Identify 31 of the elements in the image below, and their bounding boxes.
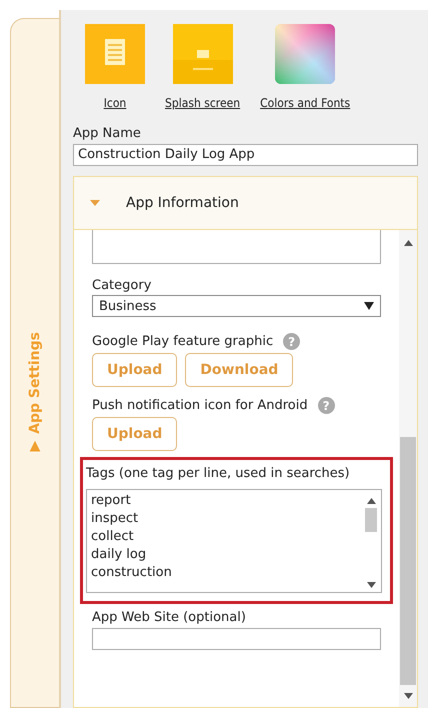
website-field[interactable]	[92, 628, 381, 650]
scroll-down-icon[interactable]	[404, 693, 412, 699]
scrollbar-thumb[interactable]	[400, 437, 416, 685]
field-label: App Web Site (optional)	[92, 610, 247, 625]
section-title: App Information	[126, 195, 239, 211]
field-label: Push notification icon for Android	[92, 398, 308, 413]
tile-link[interactable]: Splash screen	[165, 96, 240, 110]
tile-link[interactable]: Icon	[104, 96, 126, 110]
tag-line: collect	[91, 528, 135, 546]
field-label: Google Play feature graphic	[92, 334, 274, 349]
tag-line: construction	[91, 564, 173, 582]
scroll-up-icon[interactable]	[404, 240, 412, 246]
field-label: Tags (one tag per line, used in searches)	[86, 466, 351, 481]
tag-line: inspect	[91, 510, 140, 528]
scroll-up-icon[interactable]	[366, 498, 376, 504]
screen-tile-icon[interactable]	[172, 24, 233, 84]
section-header[interactable]: App Information	[74, 177, 417, 230]
color-palette-icon[interactable]	[275, 24, 336, 84]
tags-field[interactable]: report inspect collect daily log construction	[86, 489, 382, 593]
dropdown-arrow-icon	[364, 302, 374, 310]
tag-line: daily log	[91, 546, 148, 564]
field-label: App Name	[73, 126, 142, 141]
category-dropdown[interactable]: Business	[92, 295, 381, 317]
scroll-down-icon[interactable]	[366, 582, 376, 588]
document-tile-icon[interactable]	[85, 24, 145, 84]
app-name-field[interactable]: Construction Daily Log App	[73, 144, 418, 166]
tag-line: report	[91, 492, 132, 510]
tile-link[interactable]: Colors and Fonts	[260, 96, 350, 110]
description-field[interactable]	[92, 230, 381, 264]
field-label: Category	[92, 278, 152, 293]
scrollbar-thumb[interactable]	[365, 508, 377, 532]
